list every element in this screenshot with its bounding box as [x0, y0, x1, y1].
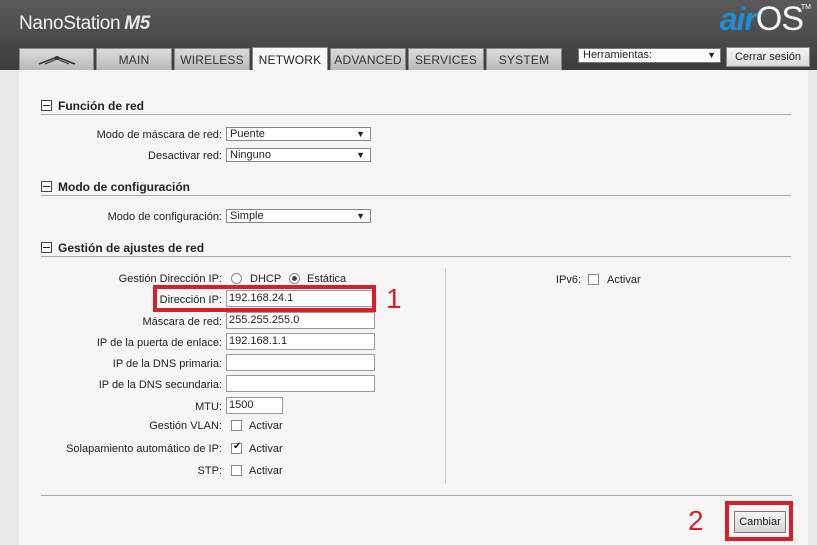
dhcp-radio[interactable]: [231, 273, 242, 284]
chevron-down-icon: ▼: [356, 211, 365, 221]
mtu-label: MTU:: [195, 401, 222, 413]
annotation-step-2: 2: [688, 505, 704, 536]
ubiquiti-antenna-icon: [38, 55, 75, 65]
tools-select-value: Herramientas:: [583, 49, 653, 61]
product-title: NanoStation M5: [19, 13, 150, 35]
logout-button[interactable]: Cerrar sesión: [726, 47, 810, 67]
dns2-label: IP de la DNS secundaria:: [98, 379, 222, 391]
section-divider: [41, 114, 791, 115]
mask-mode-select[interactable]: Puente ▼: [226, 127, 371, 141]
bottom-divider: [41, 495, 792, 496]
section-network-role-title: Función de red: [58, 99, 145, 113]
auto-alias-checkbox[interactable]: [231, 441, 242, 454]
chevron-down-icon: ▼: [707, 50, 716, 60]
mtu-input[interactable]: 1500: [226, 397, 283, 414]
logo-os: OS: [755, 0, 804, 38]
auto-alias-checkbox-label: Activar: [249, 443, 283, 455]
chevron-down-icon: ▼: [356, 150, 365, 160]
netmask-input[interactable]: 255.255.255.0: [226, 312, 375, 329]
collapse-icon[interactable]: [41, 181, 52, 192]
tab-wireless[interactable]: WIRELESS: [174, 48, 250, 70]
static-radio-label: Estática: [307, 273, 347, 285]
vlan-checkbox-label: Activar: [249, 420, 283, 432]
vlan-label: Gestión VLAN:: [149, 420, 222, 432]
dns1-input[interactable]: [226, 354, 375, 371]
tab-advanced[interactable]: ADVANCED: [330, 48, 406, 70]
column-divider: [445, 268, 446, 484]
section-divider: [41, 256, 791, 257]
stp-label: STP:: [197, 465, 222, 477]
header-bar: NanoStation M5 airOS TM MAIN WIRELESS NET…: [0, 0, 817, 71]
highlight-box-change: [725, 501, 793, 541]
ipv6-checkbox[interactable]: [588, 274, 599, 285]
config-mode-label: Modo de configuración:: [107, 211, 222, 223]
logo-tm: TM: [800, 4, 811, 11]
highlight-box-ip: [153, 285, 376, 312]
stp-checkbox[interactable]: [231, 465, 242, 476]
section-config-mode[interactable]: Modo de configuración: [41, 180, 190, 194]
static-radio[interactable]: [289, 273, 300, 284]
section-network-role[interactable]: Función de red: [41, 99, 144, 113]
ipv6-checkbox-label: Activar: [607, 274, 641, 286]
ip-mgmt-label: Gestión Dirección IP:: [118, 273, 222, 285]
collapse-icon[interactable]: [41, 100, 52, 111]
airos-logo: airOS TM: [719, 0, 811, 39]
annotation-step-1: 1: [386, 283, 402, 314]
product-model: M5: [124, 13, 151, 34]
mask-mode-value: Puente: [230, 128, 265, 140]
network-page: [19, 70, 808, 545]
collapse-icon[interactable]: [41, 242, 52, 253]
product-name: NanoStation: [19, 13, 121, 34]
gateway-input[interactable]: 192.168.1.1: [226, 333, 375, 350]
dns1-label: IP de la DNS primaria:: [112, 358, 222, 370]
tab-network[interactable]: NETWORK: [252, 47, 328, 71]
gateway-label: IP de la puerta de enlace:: [96, 337, 222, 349]
disable-network-select[interactable]: Ninguno ▼: [226, 148, 371, 162]
disable-network-value: Ninguno: [230, 149, 271, 161]
ipv6-label: IPv6:: [555, 274, 581, 286]
section-network-settings[interactable]: Gestión de ajustes de red: [41, 241, 204, 255]
auto-alias-label: Solapamiento automático de IP:: [66, 443, 222, 455]
tab-system[interactable]: SYSTEM: [486, 48, 562, 70]
tools-select[interactable]: Herramientas: ▼: [578, 48, 721, 63]
dhcp-radio-label: DHCP: [250, 273, 282, 285]
mask-mode-label: Modo de máscara de red:: [96, 129, 222, 141]
logo-air: air: [719, 1, 757, 37]
tab-main[interactable]: MAIN: [96, 48, 172, 70]
netmask-label: Máscara de red:: [142, 316, 222, 328]
config-mode-value: Simple: [230, 210, 264, 222]
chevron-down-icon: ▼: [356, 129, 365, 139]
config-mode-select[interactable]: Simple ▼: [226, 209, 371, 223]
disable-network-label: Desactivar red:: [148, 150, 222, 162]
section-divider: [41, 195, 791, 196]
dns2-input[interactable]: [226, 375, 375, 392]
vlan-checkbox[interactable]: [231, 420, 242, 431]
stp-checkbox-label: Activar: [249, 465, 283, 477]
tab-bar: MAIN WIRELESS NETWORK ADVANCED SERVICES …: [19, 47, 562, 71]
tab-services[interactable]: SERVICES: [408, 48, 484, 70]
section-network-settings-title: Gestión de ajustes de red: [58, 241, 205, 255]
tab-ubiquiti-logo[interactable]: [19, 48, 94, 70]
section-config-mode-title: Modo de configuración: [58, 180, 190, 194]
